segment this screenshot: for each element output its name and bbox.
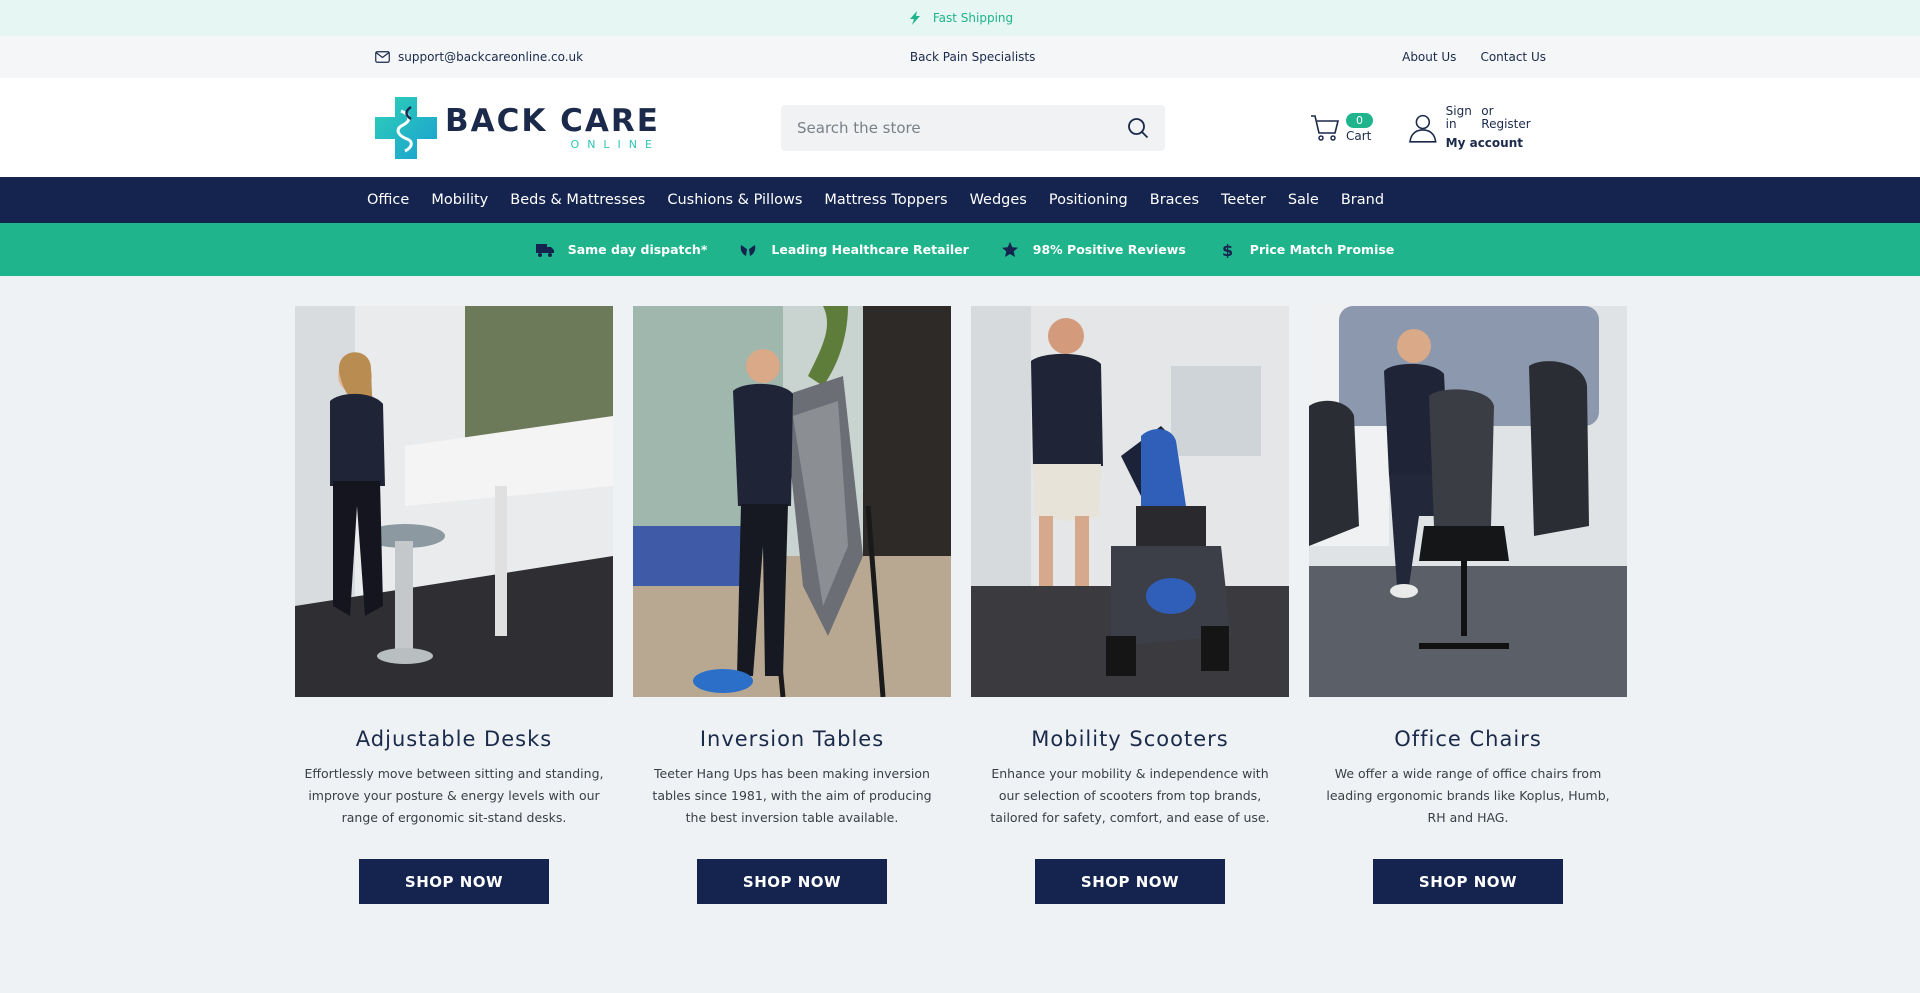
register-link[interactable]: or Register [1481, 105, 1546, 132]
contact-us-link[interactable]: Contact Us [1480, 50, 1546, 64]
nav-item-wedges[interactable]: Wedges [970, 192, 1027, 208]
nav-item-mobility[interactable]: Mobility [431, 192, 488, 208]
search-input[interactable] [797, 118, 1127, 137]
about-us-link[interactable]: About Us [1402, 50, 1456, 64]
category-cards: Adjustable Desks Effortlessly move betwe… [295, 306, 1627, 904]
mail-icon [375, 51, 390, 63]
nav-item-mattress-toppers[interactable]: Mattress Toppers [824, 192, 947, 208]
shop-now-button[interactable]: SHOP NOW [1373, 859, 1563, 904]
usp-text: Price Match Promise [1249, 242, 1395, 257]
cart-icon [1311, 114, 1340, 141]
nav-item-braces[interactable]: Braces [1150, 192, 1199, 208]
adjustable-desk-photo[interactable] [295, 306, 613, 697]
sign-in-link[interactable]: Sign in [1446, 105, 1476, 132]
star-icon [1001, 241, 1018, 257]
info-bar: support@backcareonline.co.uk Back Pain S… [0, 36, 1920, 78]
announcement-bar: Fast Shipping [0, 0, 1920, 36]
support-email-text: support@backcareonline.co.uk [398, 50, 584, 64]
support-email[interactable]: support@backcareonline.co.uk [375, 50, 583, 64]
cart-count-badge: 0 [1346, 112, 1373, 128]
my-account-link[interactable]: My account [1446, 136, 1546, 150]
nav-item-teeter[interactable]: Teeter [1221, 192, 1266, 208]
card-description: Teeter Hang Ups has been making inversio… [652, 766, 932, 825]
card-title: Inversion Tables [699, 727, 885, 751]
card-description: Enhance your mobility & independence wit… [990, 766, 1270, 825]
hands-icon [741, 244, 756, 256]
usp-text: 98% Positive Reviews [1032, 242, 1186, 257]
logo-cross-icon [375, 96, 437, 159]
card-title: Office Chairs [1394, 727, 1542, 751]
usp-text: Leading Healthcare Retailer [771, 242, 969, 257]
nav-item-brand[interactable]: Brand [1341, 192, 1384, 208]
account-menu: Sign in or Register My account [1408, 105, 1546, 150]
nav-item-office[interactable]: Office [367, 192, 409, 208]
mobility-scooter-photo[interactable] [971, 306, 1289, 697]
nav-item-sale[interactable]: Sale [1288, 192, 1319, 208]
truck-icon [535, 243, 554, 257]
shop-now-button[interactable]: SHOP NOW [1035, 859, 1225, 904]
category-card-chairs: Office Chairs We offer a wide range of o… [1309, 306, 1627, 904]
nav-item-cushions-pillows[interactable]: Cushions & Pillows [667, 192, 802, 208]
cart-button[interactable]: 0 Cart [1310, 112, 1373, 143]
usp-bar: Same day dispatch* Leading Healthcare Re… [0, 223, 1920, 276]
site-logo[interactable]: BACK CARE ONLINE [375, 96, 660, 159]
shop-now-button[interactable]: SHOP NOW [697, 859, 887, 904]
card-title: Adjustable Desks [355, 727, 553, 751]
main-navigation: Office Mobility Beds & Mattresses Cushio… [0, 177, 1920, 223]
logo-text: BACK CARE [445, 102, 660, 139]
usp-item: 98% Positive Reviews [1001, 241, 1186, 258]
lightning-icon [909, 11, 920, 25]
usp-text: Same day dispatch* [567, 242, 708, 257]
logo-subtext: ONLINE [570, 137, 660, 151]
card-description: Effortlessly move between sitting and st… [304, 766, 604, 825]
category-card-scooters: Mobility Scooters Enhance your mobility … [971, 306, 1289, 904]
nav-item-beds-mattresses[interactable]: Beds & Mattresses [510, 192, 645, 208]
category-card-inversion: Inversion Tables Teeter Hang Ups has bee… [633, 306, 951, 904]
announcement-text: Fast Shipping [932, 11, 1014, 25]
category-card-desks: Adjustable Desks Effortlessly move betwe… [295, 306, 613, 904]
search-icon[interactable] [1127, 117, 1149, 139]
svg-text:$: $ [1222, 242, 1233, 258]
inversion-table-photo[interactable] [633, 306, 951, 697]
office-chair-photo[interactable] [1309, 306, 1627, 697]
dollar-icon: $ [1222, 242, 1233, 258]
card-description: We offer a wide range of office chairs f… [1326, 766, 1610, 825]
site-header: BACK CARE ONLINE 0 Cart Sign in or Regis… [0, 78, 1920, 177]
user-icon [1409, 114, 1437, 143]
cart-label: Cart [1346, 128, 1372, 143]
usp-item: Leading Healthcare Retailer [739, 242, 969, 258]
usp-item: Same day dispatch* [535, 242, 708, 258]
shop-now-button[interactable]: SHOP NOW [359, 859, 549, 904]
card-title: Mobility Scooters [1031, 727, 1229, 751]
nav-item-positioning[interactable]: Positioning [1049, 192, 1128, 208]
usp-item: $ Price Match Promise [1218, 242, 1395, 258]
tagline: Back Pain Specialists [909, 50, 1036, 64]
search-bar [781, 104, 1165, 151]
